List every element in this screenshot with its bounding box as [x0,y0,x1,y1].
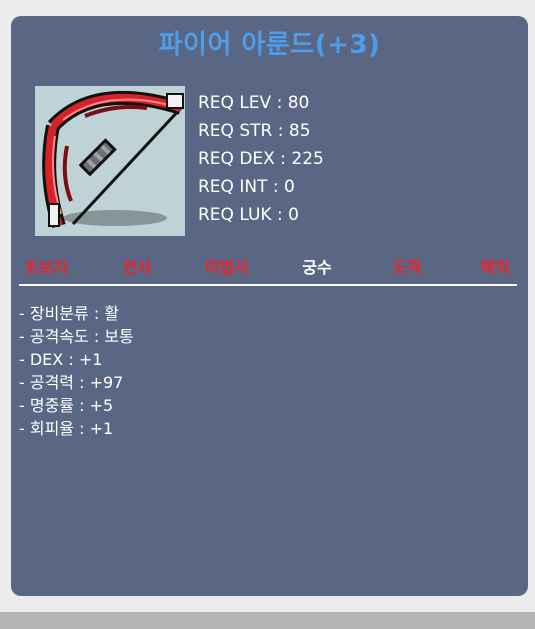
req-dex: REQ DEX : 225 [198,149,324,169]
stat-avoidability: - 회피율 : +1 [19,419,114,438]
req-value: 225 [291,149,324,169]
bow-icon [35,86,185,236]
req-label: REQ DEX [198,149,275,169]
class-warrior: 전사 [122,258,152,277]
requirements-list: REQ LEV : 80 REQ STR : 85 REQ DEX : 225 … [198,89,324,229]
stat-attack: - 공격력 : +97 [19,373,124,392]
req-label: REQ INT [198,177,268,197]
stat-attack-speed: - 공격속도 : 보통 [19,327,134,346]
req-luk: REQ LUK : 0 [198,205,299,225]
class-thief: 도적 [392,258,422,277]
item-stats-list: - 장비분류 : 활 - 공격속도 : 보통 - DEX : +1 - 공격력 … [19,302,134,440]
item-tooltip-card: 파이어 아룬드(+3) REQ LEV: 80 REQ STR: 85 RE… [11,16,528,596]
class-beginner: 초보자 [23,258,69,277]
req-value: 80 [287,93,310,113]
req-label: REQ LEV [198,93,272,113]
req-level: REQ LEV : 80 [198,93,310,113]
item-name: 파이어 아룬드(+3) [158,30,381,60]
class-pirate: 해적 [480,258,510,277]
req-label: REQ STR [198,121,273,141]
class-bowman: 궁수 [302,258,332,277]
req-value: 0 [288,205,299,225]
stat-equip-type: - 장비분류 : 활 [19,304,120,323]
divider [19,284,517,286]
stat-dex: - DEX : +1 [19,350,103,369]
req-int: REQ INT : 0 [198,177,295,197]
req-label: REQ LUK [198,205,272,225]
req-value: 85 [288,121,311,141]
bottom-bar [0,612,535,629]
req-str: REQ STR : 85 [198,121,311,141]
class-magician: 마법사 [204,258,250,277]
job-class-list: 초보자 전사 마법사 궁수 도적 해적 [11,254,528,280]
req-value: 0 [284,177,295,197]
stat-accuracy: - 명중률 : +5 [19,396,114,415]
